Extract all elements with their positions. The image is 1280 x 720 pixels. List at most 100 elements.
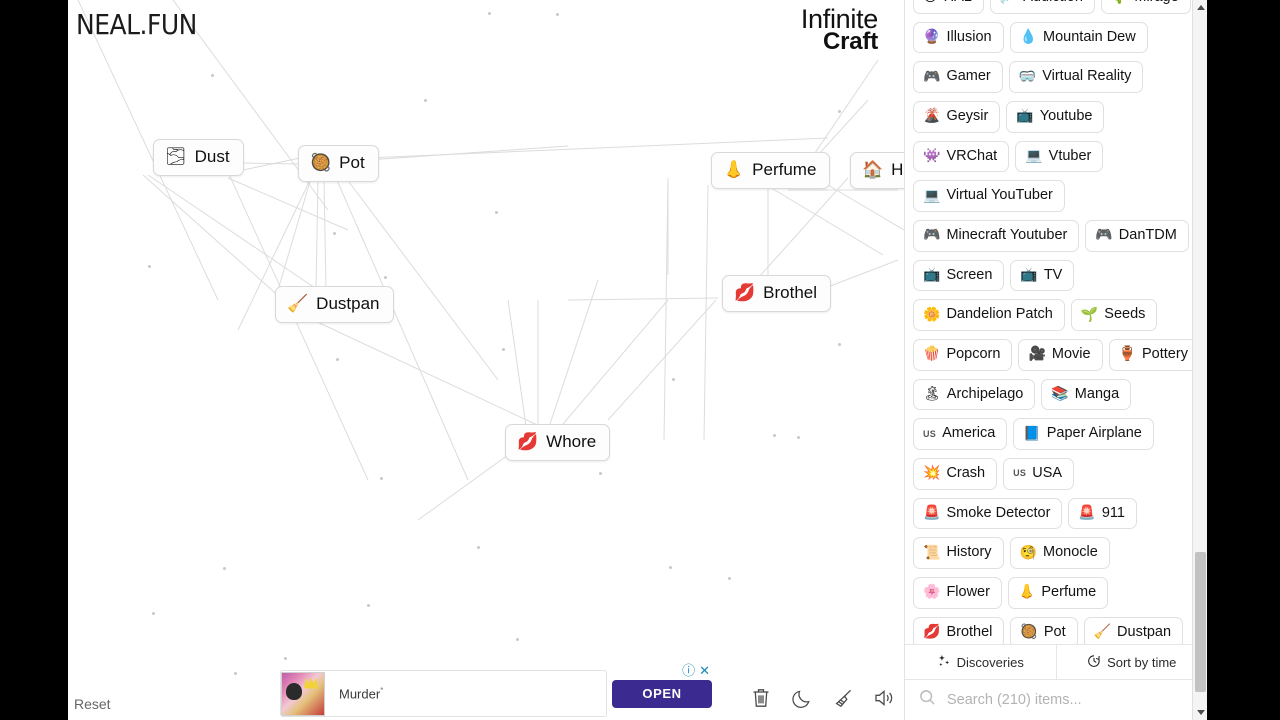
element-label: Crash [946, 465, 986, 482]
element-item[interactable]: 📚 Manga [1041, 378, 1132, 411]
node-label: Dust [194, 147, 230, 166]
crafting-canvas[interactable]: NEAL.FUN Infinite Craft 🌫 Dust 🥘 Pot 🧹 Dustpa… [68, 0, 904, 720]
element-item[interactable]: 👾 VRChat [913, 140, 1010, 173]
element-item[interactable]: 🌱 Seeds [1070, 299, 1158, 332]
ad-badges: ⓘ ✕ [682, 664, 710, 677]
ad-info-icon[interactable]: ⓘ [682, 664, 695, 677]
trash-icon[interactable] [749, 686, 773, 710]
element-item[interactable]: 🥘 Pot [1010, 616, 1078, 644]
search-bar[interactable] [905, 680, 1207, 720]
reset-button[interactable]: Reset [74, 696, 111, 712]
element-item[interactable]: 🎮 Gamer [913, 61, 1003, 94]
ad-title-text: Murder [339, 686, 381, 702]
element-item[interactable]: 🧹 Dustpan [1083, 616, 1184, 644]
element-item[interactable]: 🌵 Mirage [1100, 0, 1191, 14]
element-emoji-icon: 📜 [923, 544, 941, 561]
background-dot [728, 577, 731, 580]
element-item[interactable]: 🎮 Minecraft Youtuber [913, 220, 1080, 252]
canvas-node[interactable]: 💋 Brothel [722, 275, 832, 312]
element-item[interactable]: 🍿 Popcorn [913, 339, 1013, 371]
element-item[interactable]: 😑 HAL [913, 0, 984, 14]
element-item[interactable]: US USA [1003, 458, 1075, 490]
tab-sort-by-time[interactable]: Sort by time [1055, 645, 1208, 679]
element-label: Monocle [1043, 544, 1098, 561]
node-label: Whore [546, 432, 597, 451]
search-icon [919, 689, 936, 711]
neal-fun-logo[interactable]: NEAL.FUN [76, 8, 197, 40]
element-item[interactable]: 📘 Paper Airplane [1013, 418, 1154, 451]
element-label: Geysir [946, 108, 989, 125]
tab-discoveries[interactable]: Discoveries [905, 645, 1056, 679]
sound-icon[interactable] [872, 686, 896, 710]
background-dot [152, 612, 155, 615]
background-dot [284, 657, 287, 660]
canvas-node[interactable]: 💋 Whore [505, 424, 611, 461]
element-item[interactable]: 👃 Perfume [1007, 577, 1109, 609]
background-dot [211, 74, 214, 77]
background-dot [669, 566, 672, 569]
background-dot [672, 378, 675, 381]
ad-close-icon[interactable]: ✕ [699, 664, 710, 677]
element-item[interactable]: 💉 Addiction [989, 0, 1095, 14]
element-item[interactable]: 🌋 Geysir [913, 101, 1001, 133]
moon-icon[interactable] [790, 686, 814, 710]
canvas-node[interactable]: 👃 Perfume [711, 152, 831, 189]
scrollbar-thumb[interactable] [1195, 552, 1206, 692]
element-label: Popcorn [946, 346, 1001, 363]
node-label: Brothel [763, 283, 818, 302]
element-item[interactable]: 💧 Mountain Dew [1009, 21, 1148, 54]
element-item[interactable]: 🎮 DanTDM [1085, 220, 1189, 252]
element-emoji-icon: 📘 [1023, 425, 1041, 442]
node-label: Perfume [752, 160, 817, 179]
element-item[interactable]: 🥽 Virtual Reality [1008, 61, 1144, 94]
element-emoji-icon: 🎮 [923, 68, 941, 85]
sparkle-icon [937, 654, 951, 671]
element-emoji-icon: 🌵 [1111, 0, 1128, 4]
background-dot [773, 434, 776, 437]
element-item[interactable]: 💥 Crash [913, 458, 998, 490]
element-item[interactable]: 🌸 Flower [913, 577, 1002, 609]
element-item[interactable]: 💋 Brothel [913, 616, 1005, 644]
canvas-node[interactable]: 🥘 Pot [298, 145, 379, 182]
element-label: Pottery [1142, 346, 1188, 363]
elements-list-scroll[interactable]: 😑 HAL 💉 Addiction 🌵 Mirage 🔮 Illusion 💧 Mountain … [905, 0, 1207, 644]
element-label: Smoke Detector [946, 504, 1051, 521]
infinite-craft-logo: Infinite Craft [801, 6, 878, 54]
advertisement-banner[interactable]: Murder* OPEN ⓘ ✕ [280, 664, 712, 717]
canvas-node[interactable]: 🏠 House [850, 152, 904, 189]
element-item[interactable]: 🎥 Movie [1018, 339, 1103, 371]
node-emoji-icon: 🏠 [862, 159, 884, 180]
element-item[interactable]: 📺 Screen [913, 259, 1005, 292]
element-item[interactable]: 🏺 Pottery [1108, 339, 1200, 371]
canvas-node[interactable]: 🌫 Dust [153, 139, 244, 176]
element-label: Dandelion Patch [946, 306, 1053, 323]
element-item[interactable]: 🏝 Archipelago [913, 378, 1036, 411]
tab-discoveries-label: Discoveries [956, 654, 1024, 670]
element-item[interactable]: 📺 Youtube [1006, 101, 1105, 133]
background-dot [488, 12, 491, 15]
element-item[interactable]: 🚨 911 [1068, 497, 1137, 530]
element-emoji-icon: 📚 [1051, 386, 1069, 403]
element-item[interactable]: 🌼 Dandelion Patch [913, 299, 1065, 332]
element-item[interactable]: US America [913, 418, 1008, 451]
element-label: Illusion [946, 28, 992, 45]
element-item[interactable]: 📺 TV [1010, 259, 1075, 292]
element-item[interactable]: 💻 Virtual YouTuber [913, 180, 1065, 213]
element-label: DanTDM [1118, 227, 1177, 244]
sidebar-scrollbar[interactable] [1192, 0, 1207, 720]
scroll-down-arrow[interactable] [1193, 705, 1207, 720]
ad-content[interactable]: Murder* [280, 670, 607, 717]
infinite-craft-app: NEAL.FUN Infinite Craft 🌫 Dust 🥘 Pot 🧹 Dustpa… [0, 0, 1280, 720]
element-item[interactable]: 📜 History [913, 537, 1004, 570]
us-flag-icon: US [923, 428, 937, 439]
element-item[interactable]: 🚨 Smoke Detector [913, 497, 1063, 530]
canvas-node[interactable]: 🧹 Dustpan [275, 286, 394, 323]
element-item[interactable]: 🧐 Monocle [1009, 537, 1110, 570]
scroll-up-arrow[interactable] [1193, 0, 1207, 15]
element-item[interactable]: 💻 Vtuber [1015, 140, 1104, 173]
broom-icon[interactable] [831, 686, 855, 710]
search-input[interactable] [945, 691, 1193, 709]
element-item[interactable]: 🔮 Illusion [913, 21, 1004, 54]
element-label: Screen [946, 266, 993, 283]
ad-open-button[interactable]: OPEN [612, 679, 712, 708]
